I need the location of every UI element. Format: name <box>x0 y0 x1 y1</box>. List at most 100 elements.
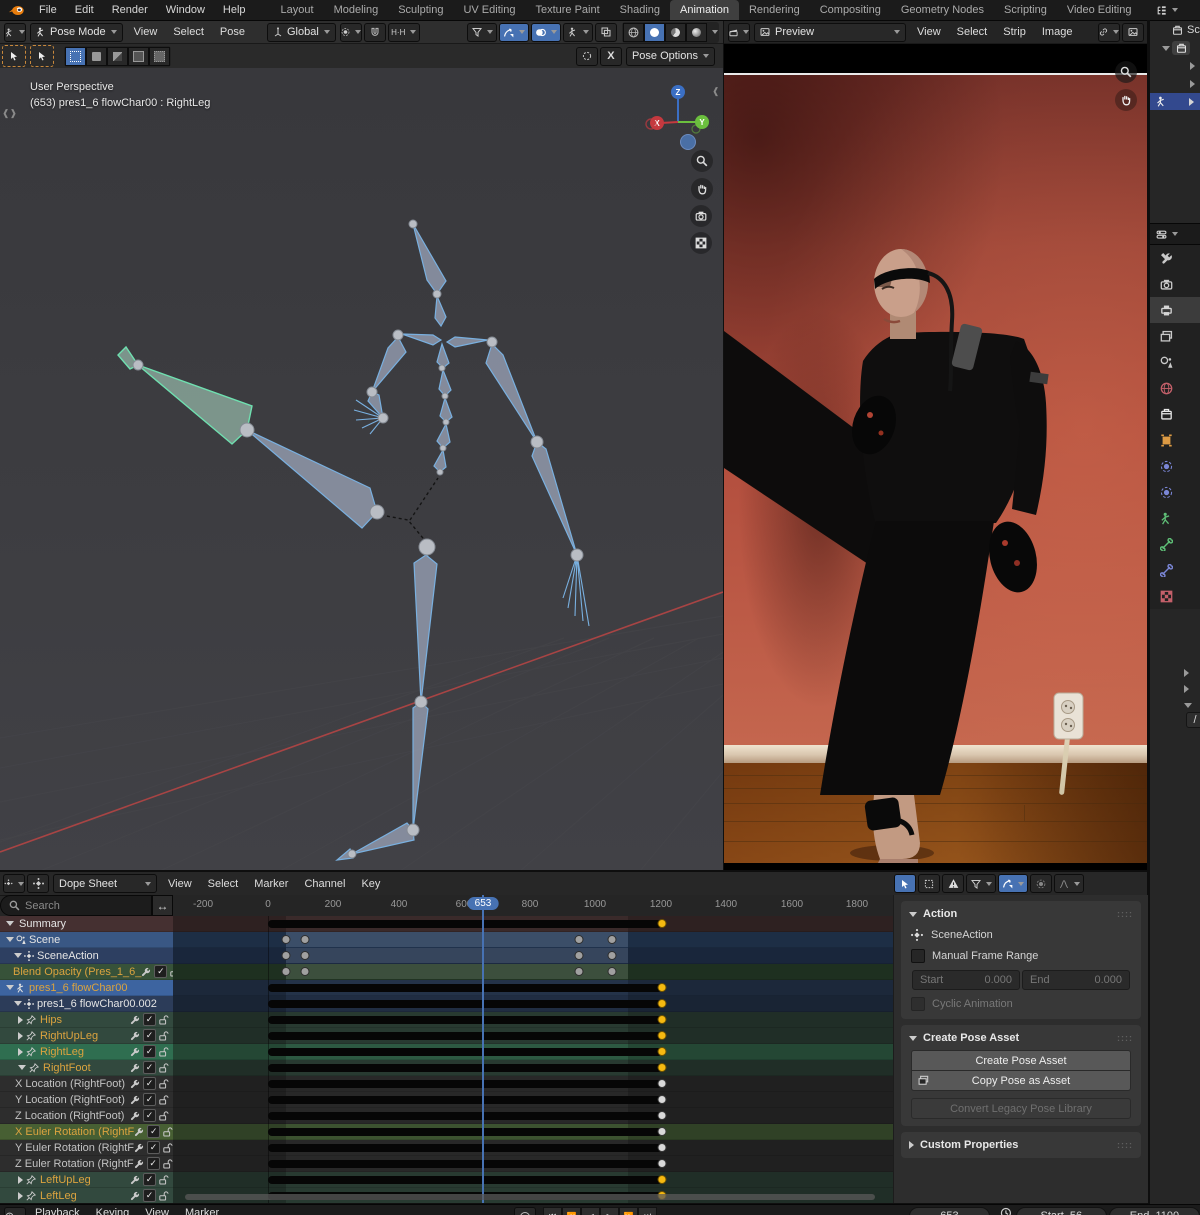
workspace-tab[interactable]: UV Editing <box>453 0 525 20</box>
create-pose-asset-button[interactable]: Create Pose Asset <box>911 1050 1131 1071</box>
keyframe-selected[interactable] <box>658 983 667 992</box>
keyframe[interactable] <box>608 967 617 976</box>
properties-tab-world[interactable] <box>1150 375 1200 401</box>
properties-tab-bone-constraint[interactable] <box>1150 557 1200 583</box>
select-mode-1[interactable] <box>65 47 86 66</box>
select-tool-button[interactable] <box>894 874 916 893</box>
snap-toggle-button[interactable] <box>364 23 386 42</box>
keyframe[interactable] <box>282 935 291 944</box>
properties-tab-constraints[interactable] <box>1150 479 1200 505</box>
lock-icon[interactable] <box>159 1111 169 1121</box>
channel-y-location-rightfoot-[interactable]: Y Location (RightFoot)✓ <box>0 1092 173 1108</box>
fallback-tool-button[interactable] <box>30 45 54 67</box>
only-errors-button[interactable] <box>942 874 964 893</box>
key-summary-bar[interactable] <box>268 920 662 928</box>
playhead-line[interactable] <box>482 895 484 1203</box>
pin-icon[interactable] <box>26 1175 36 1185</box>
channel-enable-checkbox[interactable]: ✓ <box>147 1125 160 1138</box>
active-tool-tweak-button[interactable] <box>2 45 26 67</box>
viewport-menu[interactable]: Select <box>165 26 212 38</box>
modifier-wrench-icon[interactable] <box>134 1127 144 1137</box>
key-summary-bar[interactable] <box>268 1000 662 1008</box>
collapse-icon[interactable] <box>14 953 22 958</box>
expand-range-button[interactable]: ↔ <box>152 895 173 916</box>
key-summary-bar[interactable] <box>268 1112 662 1120</box>
properties-tab-physics[interactable] <box>1150 453 1200 479</box>
modifier-wrench-icon[interactable] <box>134 1159 144 1169</box>
keyframe-selected[interactable] <box>658 1159 667 1168</box>
channel-enable-checkbox[interactable]: ✓ <box>143 1189 156 1202</box>
properties-chevron[interactable] <box>1150 697 1200 713</box>
display-mode-dropdown[interactable]: Preview <box>754 23 906 42</box>
channel-summary[interactable]: Summary <box>0 916 173 932</box>
zoom-button[interactable] <box>691 150 713 172</box>
snap-target-button[interactable]: H·H <box>388 23 420 42</box>
workspace-tab[interactable]: Layout <box>271 0 324 20</box>
key-summary-bar[interactable] <box>268 1032 662 1040</box>
keyframe[interactable] <box>575 935 584 944</box>
collapse-icon[interactable] <box>6 921 14 926</box>
select-mode-4[interactable] <box>128 47 149 66</box>
mode-dropdown[interactable]: Pose Mode <box>30 23 123 42</box>
filter-button[interactable] <box>966 874 996 893</box>
perspective-toggle-button[interactable] <box>690 232 712 254</box>
select-mode-2[interactable] <box>86 47 107 66</box>
channel-enable-checkbox[interactable]: ✓ <box>143 1109 156 1122</box>
lock-icon[interactable] <box>159 1079 169 1089</box>
dopesheet-menu[interactable]: Marker <box>246 878 296 890</box>
end-frame-field[interactable]: End0.000 <box>1022 970 1130 990</box>
topbar-menu[interactable]: Window <box>157 4 214 16</box>
custom-properties-header[interactable]: Custom Properties:::: <box>901 1134 1141 1156</box>
snap-keys-button[interactable] <box>998 874 1028 893</box>
shading-wireframe-button[interactable] <box>623 23 644 42</box>
collapse-icon[interactable] <box>14 1001 22 1006</box>
toolbar-expand-chevron[interactable]: ❰❱ <box>2 108 17 119</box>
dopesheet-menu[interactable]: View <box>160 878 200 890</box>
workspace-tab[interactable]: Animation <box>670 0 739 20</box>
modifier-wrench-icon[interactable] <box>141 967 151 977</box>
slash-field[interactable]: / <box>1186 712 1200 728</box>
channel-rightfoot[interactable]: RightFoot✓ <box>0 1060 173 1076</box>
properties-tab-scene[interactable] <box>1150 349 1200 375</box>
lock-icon[interactable] <box>163 1143 173 1153</box>
collapse-icon[interactable] <box>6 985 14 990</box>
lock-icon[interactable] <box>159 1047 169 1057</box>
channel-enable-checkbox[interactable]: ✓ <box>143 1173 156 1186</box>
channel-enable-checkbox[interactable]: ✓ <box>154 965 167 978</box>
pin-icon[interactable] <box>26 1015 36 1025</box>
topbar-menu[interactable]: Edit <box>66 4 103 16</box>
key-summary-bar[interactable] <box>268 1096 662 1104</box>
marquee-tool-button[interactable] <box>918 874 940 893</box>
keyframe[interactable] <box>301 967 310 976</box>
channel-leftupleg[interactable]: LeftUpLeg✓ <box>0 1172 173 1188</box>
collapse-icon[interactable] <box>6 937 14 942</box>
properties-tab-collection[interactable] <box>1150 401 1200 427</box>
keyframe-selected[interactable] <box>658 1111 667 1120</box>
channel-enable-checkbox[interactable]: ✓ <box>143 1093 156 1106</box>
properties-chevron[interactable] <box>1150 665 1200 681</box>
workspace-tab[interactable]: Video Editing <box>1057 0 1142 20</box>
xray-toggle-button[interactable] <box>595 23 617 42</box>
keyframe-selected[interactable] <box>658 1063 667 1072</box>
properties-tab-object[interactable] <box>1150 427 1200 453</box>
link-button[interactable] <box>1098 23 1120 42</box>
modifier-wrench-icon[interactable] <box>130 1175 140 1185</box>
outliner-row-armature-selected[interactable] <box>1150 93 1200 110</box>
channel-enable-checkbox[interactable]: ✓ <box>143 1061 156 1074</box>
pin-icon[interactable] <box>26 1031 36 1041</box>
key-summary-bar[interactable] <box>268 1048 662 1056</box>
properties-tab-output[interactable] <box>1150 297 1200 323</box>
zoom-button[interactable] <box>1115 61 1137 83</box>
properties-tab-bone[interactable] <box>1150 531 1200 557</box>
editor-type-button[interactable] <box>728 23 750 42</box>
workspace-tab[interactable]: Rendering <box>739 0 810 20</box>
start-frame-field[interactable]: Start0.000 <box>912 970 1020 990</box>
editor-type-button[interactable] <box>3 874 25 893</box>
lock-icon[interactable] <box>159 1095 169 1105</box>
channel-enable-checkbox[interactable]: ✓ <box>143 1077 156 1090</box>
transform-orientation-dropdown[interactable]: Global <box>267 23 336 42</box>
viewport-menu[interactable]: View <box>126 26 166 38</box>
lock-icon[interactable] <box>159 1063 169 1073</box>
channel-sceneaction[interactable]: SceneAction <box>0 948 173 964</box>
expand-icon[interactable] <box>18 1192 23 1200</box>
